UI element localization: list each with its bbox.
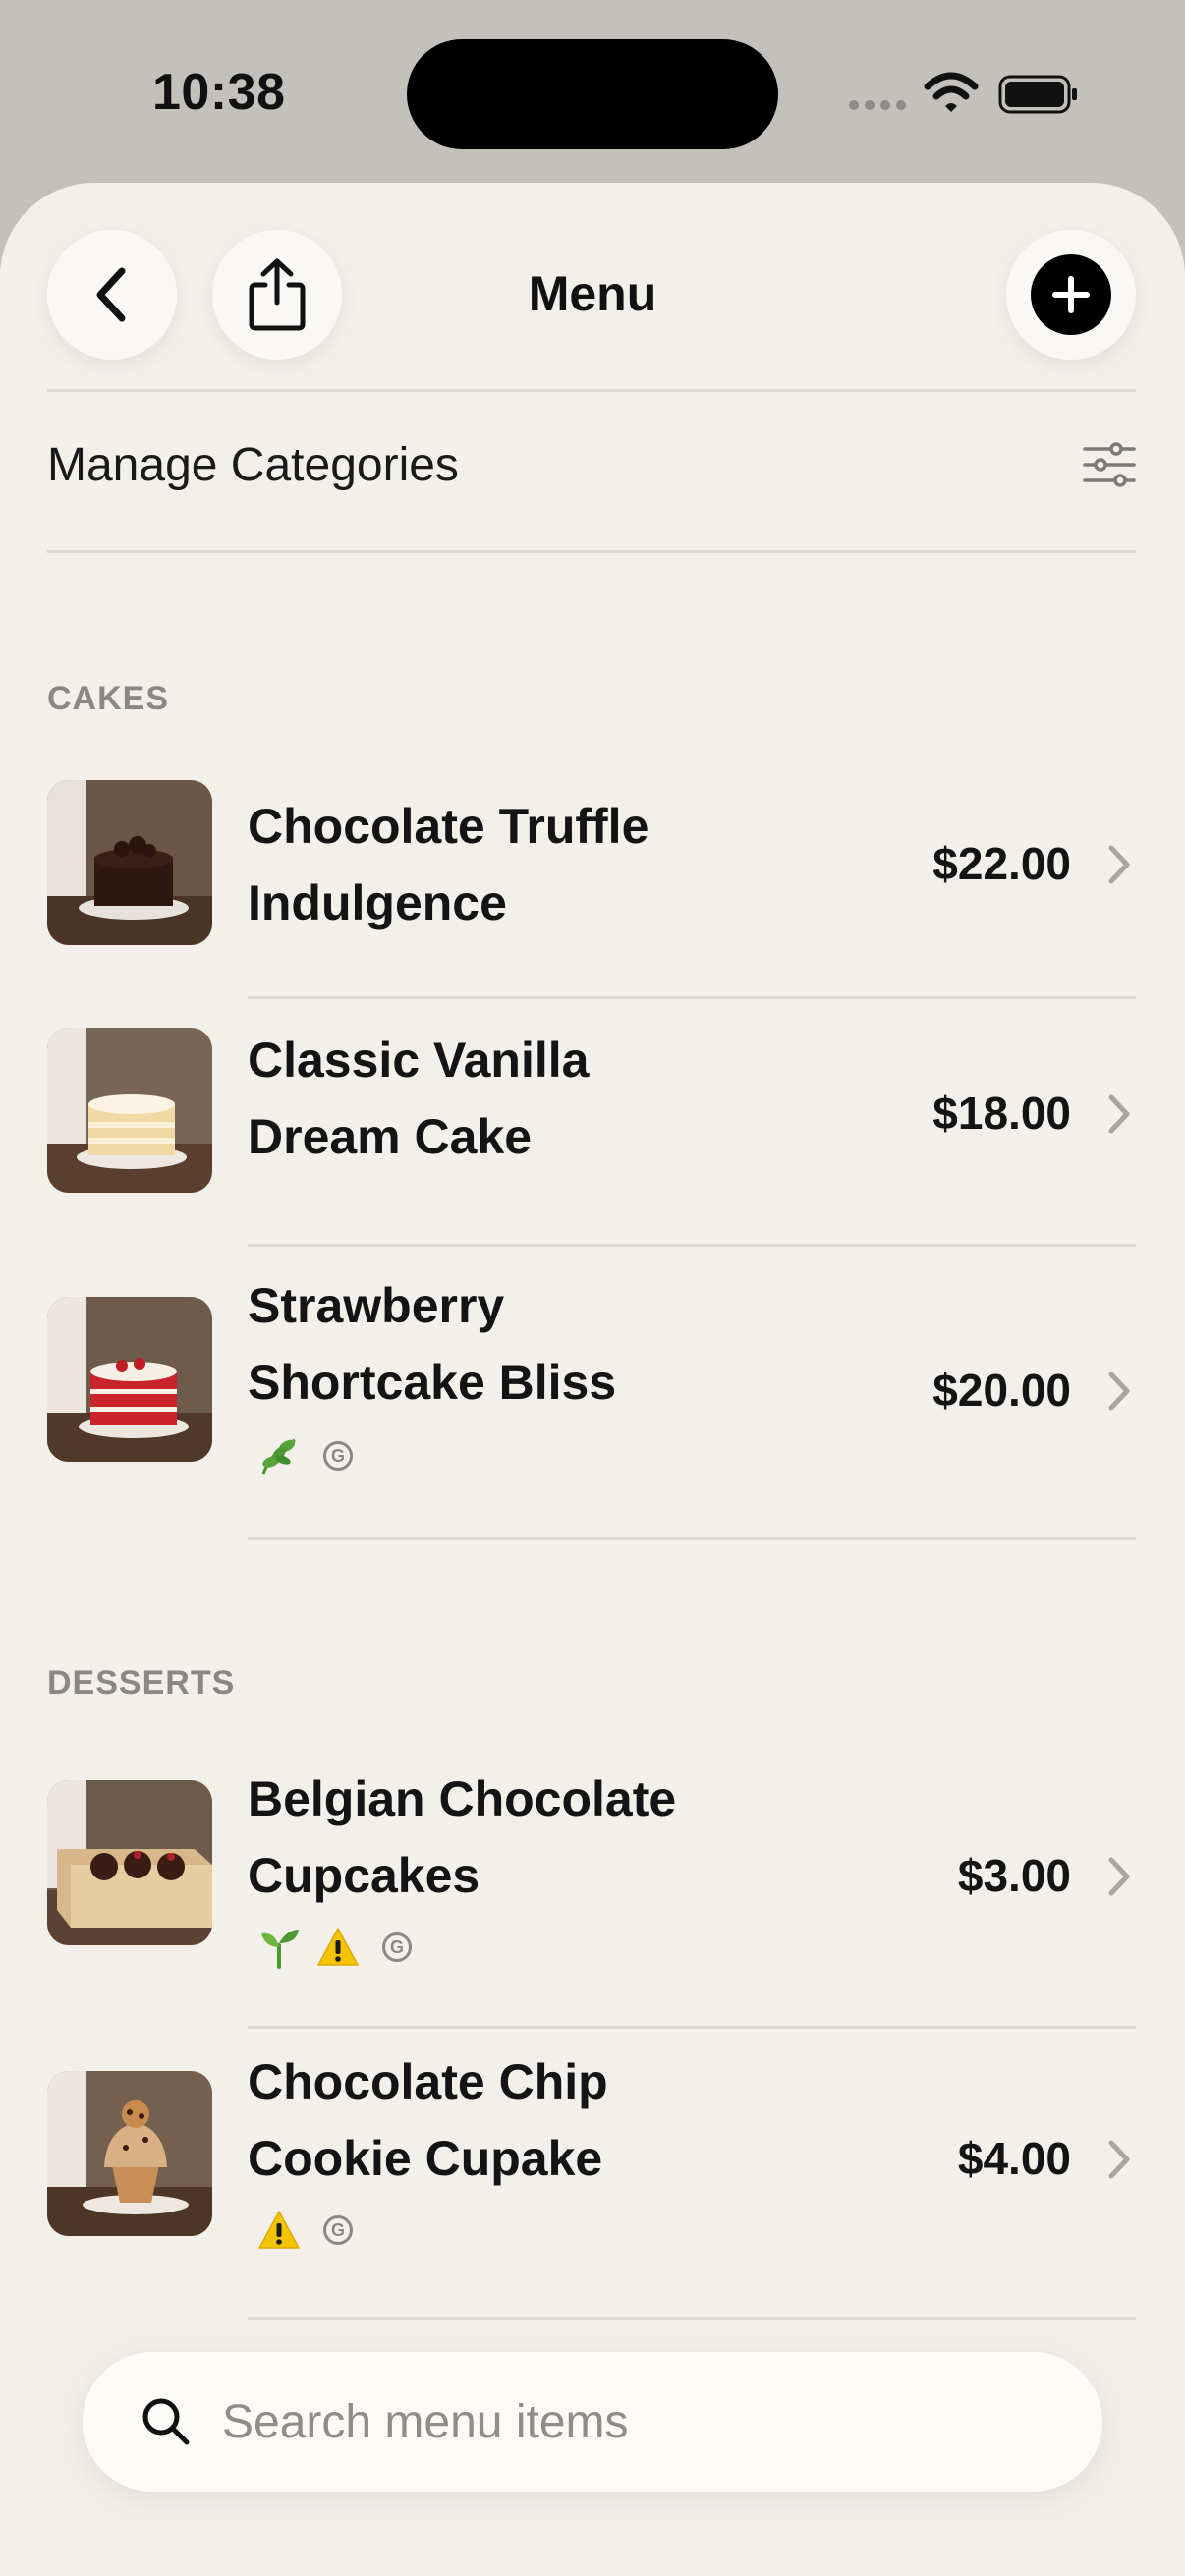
item-price: $20.00 [932, 1365, 1071, 1416]
item-price: $3.00 [957, 1850, 1071, 1901]
item-price: $4.00 [957, 2133, 1071, 2184]
section-header-cakes: CAKES [47, 680, 170, 717]
menu-item-row[interactable]: Chocolate Truffle Indulgence $22.00 [0, 766, 1185, 994]
menu-item-row[interactable]: Belgian Chocolate Cupcakes G $3.00 [0, 1747, 1185, 2024]
menu-item-row[interactable]: Chocolate Chip Cookie Cupake G $4.00 [0, 2030, 1185, 2315]
divider [248, 2317, 1136, 2320]
menu-item-row[interactable]: Strawberry Shortcake Bliss G $20.00 [0, 1248, 1185, 1537]
chevron-right-icon [1108, 845, 1130, 884]
leaf-icon [257, 1434, 301, 1478]
search-icon [142, 2398, 190, 2445]
chevron-right-icon [1108, 1094, 1130, 1134]
cellular-signal-icon [849, 100, 906, 110]
menu-sheet: Menu Manage Categories CAKES Chocolate T… [0, 183, 1185, 2576]
manage-categories-label: Manage Categories [47, 438, 459, 491]
home-indicator [397, 2548, 790, 2560]
search-bar[interactable] [83, 2352, 1102, 2492]
item-thumbnail [47, 1297, 212, 1462]
dynamic-island [407, 39, 778, 149]
divider [248, 1244, 1136, 1247]
item-name: Belgian Chocolate Cupcakes [248, 1771, 677, 1903]
divider [248, 1537, 1136, 1540]
item-thumbnail [47, 1028, 212, 1193]
item-thumbnail [47, 2071, 212, 2236]
gmo-icon: G [375, 1926, 419, 1969]
divider [248, 996, 1136, 999]
status-time: 10:38 [152, 64, 286, 121]
divider [47, 550, 1136, 553]
item-thumbnail [47, 1780, 212, 1945]
item-price: $18.00 [932, 1088, 1071, 1139]
status-bar: 10:38 [0, 0, 1185, 187]
chevron-right-icon [1108, 2140, 1130, 2179]
chevron-right-icon [1108, 1857, 1130, 1896]
plus-icon [1031, 254, 1111, 335]
battery-icon [998, 75, 1077, 114]
gmo-icon: G [316, 2209, 360, 2252]
item-name: Chocolate Truffle Indulgence [248, 799, 649, 930]
item-name: Chocolate Chip Cookie Cupake [248, 2054, 608, 2186]
wifi-icon [924, 72, 979, 112]
section-header-desserts: DESSERTS [47, 1664, 236, 1702]
item-tags: G [257, 1434, 360, 1478]
item-tags: G [257, 2209, 360, 2252]
warning-icon [257, 2209, 301, 2252]
divider [248, 2026, 1136, 2029]
sliders-icon[interactable] [1083, 442, 1136, 487]
item-tags: G [257, 1926, 419, 1969]
item-thumbnail [47, 780, 212, 945]
manage-categories-row[interactable]: Manage Categories [47, 391, 1136, 538]
gmo-icon: G [316, 1434, 360, 1478]
search-input[interactable] [222, 2394, 1028, 2449]
menu-item-row[interactable]: Classic Vanilla Dream Cake $18.00 [0, 1000, 1185, 1234]
item-price: $22.00 [932, 838, 1071, 889]
warning-icon [316, 1926, 360, 1969]
item-name: Strawberry Shortcake Bliss [248, 1278, 617, 1410]
chevron-right-icon [1108, 1372, 1130, 1411]
seedling-icon [257, 1926, 301, 1969]
add-item-button[interactable] [1006, 230, 1136, 360]
item-name: Classic Vanilla Dream Cake [248, 1033, 590, 1164]
